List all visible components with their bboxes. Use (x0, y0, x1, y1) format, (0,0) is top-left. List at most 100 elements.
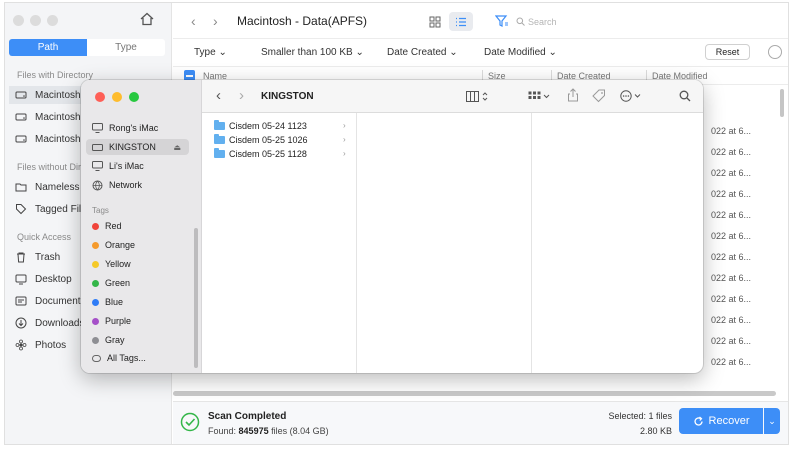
table-row-date-modified[interactable]: 022 at 6... (711, 231, 751, 241)
download-icon (15, 317, 27, 329)
finder-forward-icon[interactable]: › (239, 87, 244, 104)
home-icon[interactable] (139, 11, 155, 27)
finder-zoom-button[interactable] (129, 92, 139, 102)
column-view-icon[interactable] (466, 91, 490, 102)
recover-button[interactable]: Recover (679, 408, 763, 434)
sidebar-item-tagged-files[interactable]: Tagged File (15, 200, 87, 218)
drive-icon (15, 135, 27, 143)
horizontal-scrollbar[interactable] (173, 391, 776, 396)
tag-color-dot-icon (92, 317, 99, 325)
finder-tag-item[interactable]: Blue (92, 294, 123, 310)
table-row-date-modified[interactable]: 022 at 6... (711, 189, 751, 199)
table-row-date-modified[interactable]: 022 at 6... (711, 273, 751, 283)
sidebar-item-trash[interactable]: Trash (15, 248, 60, 266)
more-actions-icon[interactable] (620, 90, 644, 102)
finder-all-tags[interactable]: All Tags... (92, 350, 146, 366)
type-filter-dropdown[interactable]: Type ⌄ (194, 47, 227, 58)
table-row-date-modified[interactable]: 022 at 6... (711, 168, 751, 178)
eject-icon[interactable]: ⏏ (173, 143, 181, 152)
sidebar-item-documents[interactable]: Documents (15, 292, 86, 310)
folder-icon (214, 120, 225, 130)
close-window-button[interactable] (13, 15, 24, 26)
sidebar-item-drive[interactable]: Macintosh - (15, 130, 87, 148)
finder-location-imac[interactable]: Rong's iMac (92, 120, 158, 136)
tag-color-dot-icon (92, 279, 99, 287)
finder-folder-item[interactable]: Cisdem 05-24 1123 (214, 120, 307, 131)
sidebar-item-label: Photos (35, 339, 67, 351)
finder-minimize-button[interactable] (112, 92, 122, 102)
vertical-scrollbar[interactable] (780, 89, 784, 117)
table-row-date-modified[interactable]: 022 at 6... (711, 252, 751, 262)
list-view-button[interactable] (449, 12, 473, 31)
chevron-right-icon: › (343, 149, 346, 158)
table-row-date-modified[interactable]: 022 at 6... (711, 357, 751, 367)
filter-icon[interactable] (495, 14, 509, 28)
finder-window: Rong's iMac KINGSTON ⏏ Li's iMac Network… (81, 80, 703, 373)
date-modified-filter-dropdown[interactable]: Date Modified ⌄ (484, 47, 557, 58)
table-row-date-modified[interactable]: 022 at 6... (711, 336, 751, 346)
finder-column (532, 113, 703, 373)
finder-folder-item[interactable]: Cisdem 05-25 1128 (214, 148, 307, 159)
sidebar-item-label: Desktop (35, 273, 72, 285)
search-placeholder: Search (528, 16, 557, 27)
sidebar-item-photos[interactable]: Photos (15, 336, 66, 354)
finder-tag-item[interactable]: Red (92, 218, 122, 234)
chevron-right-icon: › (343, 121, 346, 130)
finder-sidebar: Rong's iMac KINGSTON ⏏ Li's iMac Network… (81, 80, 202, 373)
sidebar-item-downloads[interactable]: Downloads (15, 314, 84, 332)
document-icon (15, 296, 27, 306)
tag-color-dot-icon (92, 298, 99, 306)
finder-tag-item[interactable]: Purple (92, 313, 131, 329)
finder-sidebar-scrollbar[interactable] (194, 228, 198, 368)
tab-type[interactable]: Type (87, 39, 165, 56)
check-circle-icon (180, 412, 200, 432)
folder-icon (15, 183, 27, 192)
finder-location-kingston[interactable]: KINGSTON ⏏ (86, 139, 189, 155)
sidebar-item-label: Trash (35, 251, 61, 263)
zoom-window-button[interactable] (47, 15, 58, 26)
table-row-date-modified[interactable]: 022 at 6... (711, 210, 751, 220)
table-row-date-modified[interactable]: 022 at 6... (711, 126, 751, 136)
finder-tag-item[interactable]: Orange (92, 237, 135, 253)
size-filter-dropdown[interactable]: Smaller than 100 KB ⌄ (261, 47, 364, 58)
forward-arrow-icon[interactable]: › (213, 13, 218, 29)
finder-tags-heading: Tags (92, 206, 109, 215)
table-row-date-modified[interactable]: 022 at 6... (711, 147, 751, 157)
finder-close-button[interactable] (95, 92, 105, 102)
filter-bar: Type ⌄ Smaller than 100 KB ⌄ Date Create… (173, 39, 788, 67)
search-input[interactable]: Search (516, 14, 588, 29)
section-files-without-directory: Files without Dire (17, 162, 87, 172)
more-options-icon[interactable] (768, 45, 782, 59)
search-icon[interactable] (679, 90, 691, 102)
tag-icon (16, 204, 27, 215)
window-controls (13, 15, 58, 26)
finder-tag-item[interactable]: Yellow (92, 256, 131, 272)
sidebar-item-label: Documents (35, 295, 86, 307)
finder-folder-label: Cisdem 05-25 1128 (229, 149, 307, 159)
sidebar-item-drive[interactable]: Macintosh - (15, 108, 87, 126)
finder-location-network[interactable]: Network (92, 177, 142, 193)
sidebar-item-desktop[interactable]: Desktop (15, 270, 72, 288)
back-arrow-icon[interactable]: ‹ (191, 13, 196, 29)
tag-color-dot-icon (92, 336, 99, 344)
reset-button[interactable]: Reset (705, 44, 750, 60)
date-created-filter-dropdown[interactable]: Date Created ⌄ (387, 47, 458, 58)
recover-dropdown-button[interactable]: ⌄ (764, 408, 780, 434)
share-icon[interactable] (567, 88, 579, 102)
table-row-date-modified[interactable]: 022 at 6... (711, 294, 751, 304)
finder-tag-item[interactable]: Gray (92, 332, 125, 348)
tag-icon (92, 354, 101, 362)
finder-location-li-imac[interactable]: Li's iMac (92, 158, 144, 174)
table-row-date-modified[interactable]: 022 at 6... (711, 315, 751, 325)
finder-back-icon[interactable]: ‹ (216, 87, 221, 104)
finder-folder-item[interactable]: Cisdem 05-25 1026 (214, 134, 308, 145)
finder-folder-label: Cisdem 05-24 1123 (229, 121, 307, 131)
group-icon[interactable] (528, 91, 552, 102)
finder-tag-item[interactable]: Green (92, 275, 130, 291)
tag-icon[interactable] (592, 89, 606, 103)
sidebar-item-nameless-files[interactable]: Nameless F (15, 178, 88, 196)
minimize-window-button[interactable] (30, 15, 41, 26)
finder-tag-label: Blue (105, 297, 124, 307)
tab-path[interactable]: Path (9, 39, 87, 56)
grid-view-button[interactable] (423, 12, 447, 31)
